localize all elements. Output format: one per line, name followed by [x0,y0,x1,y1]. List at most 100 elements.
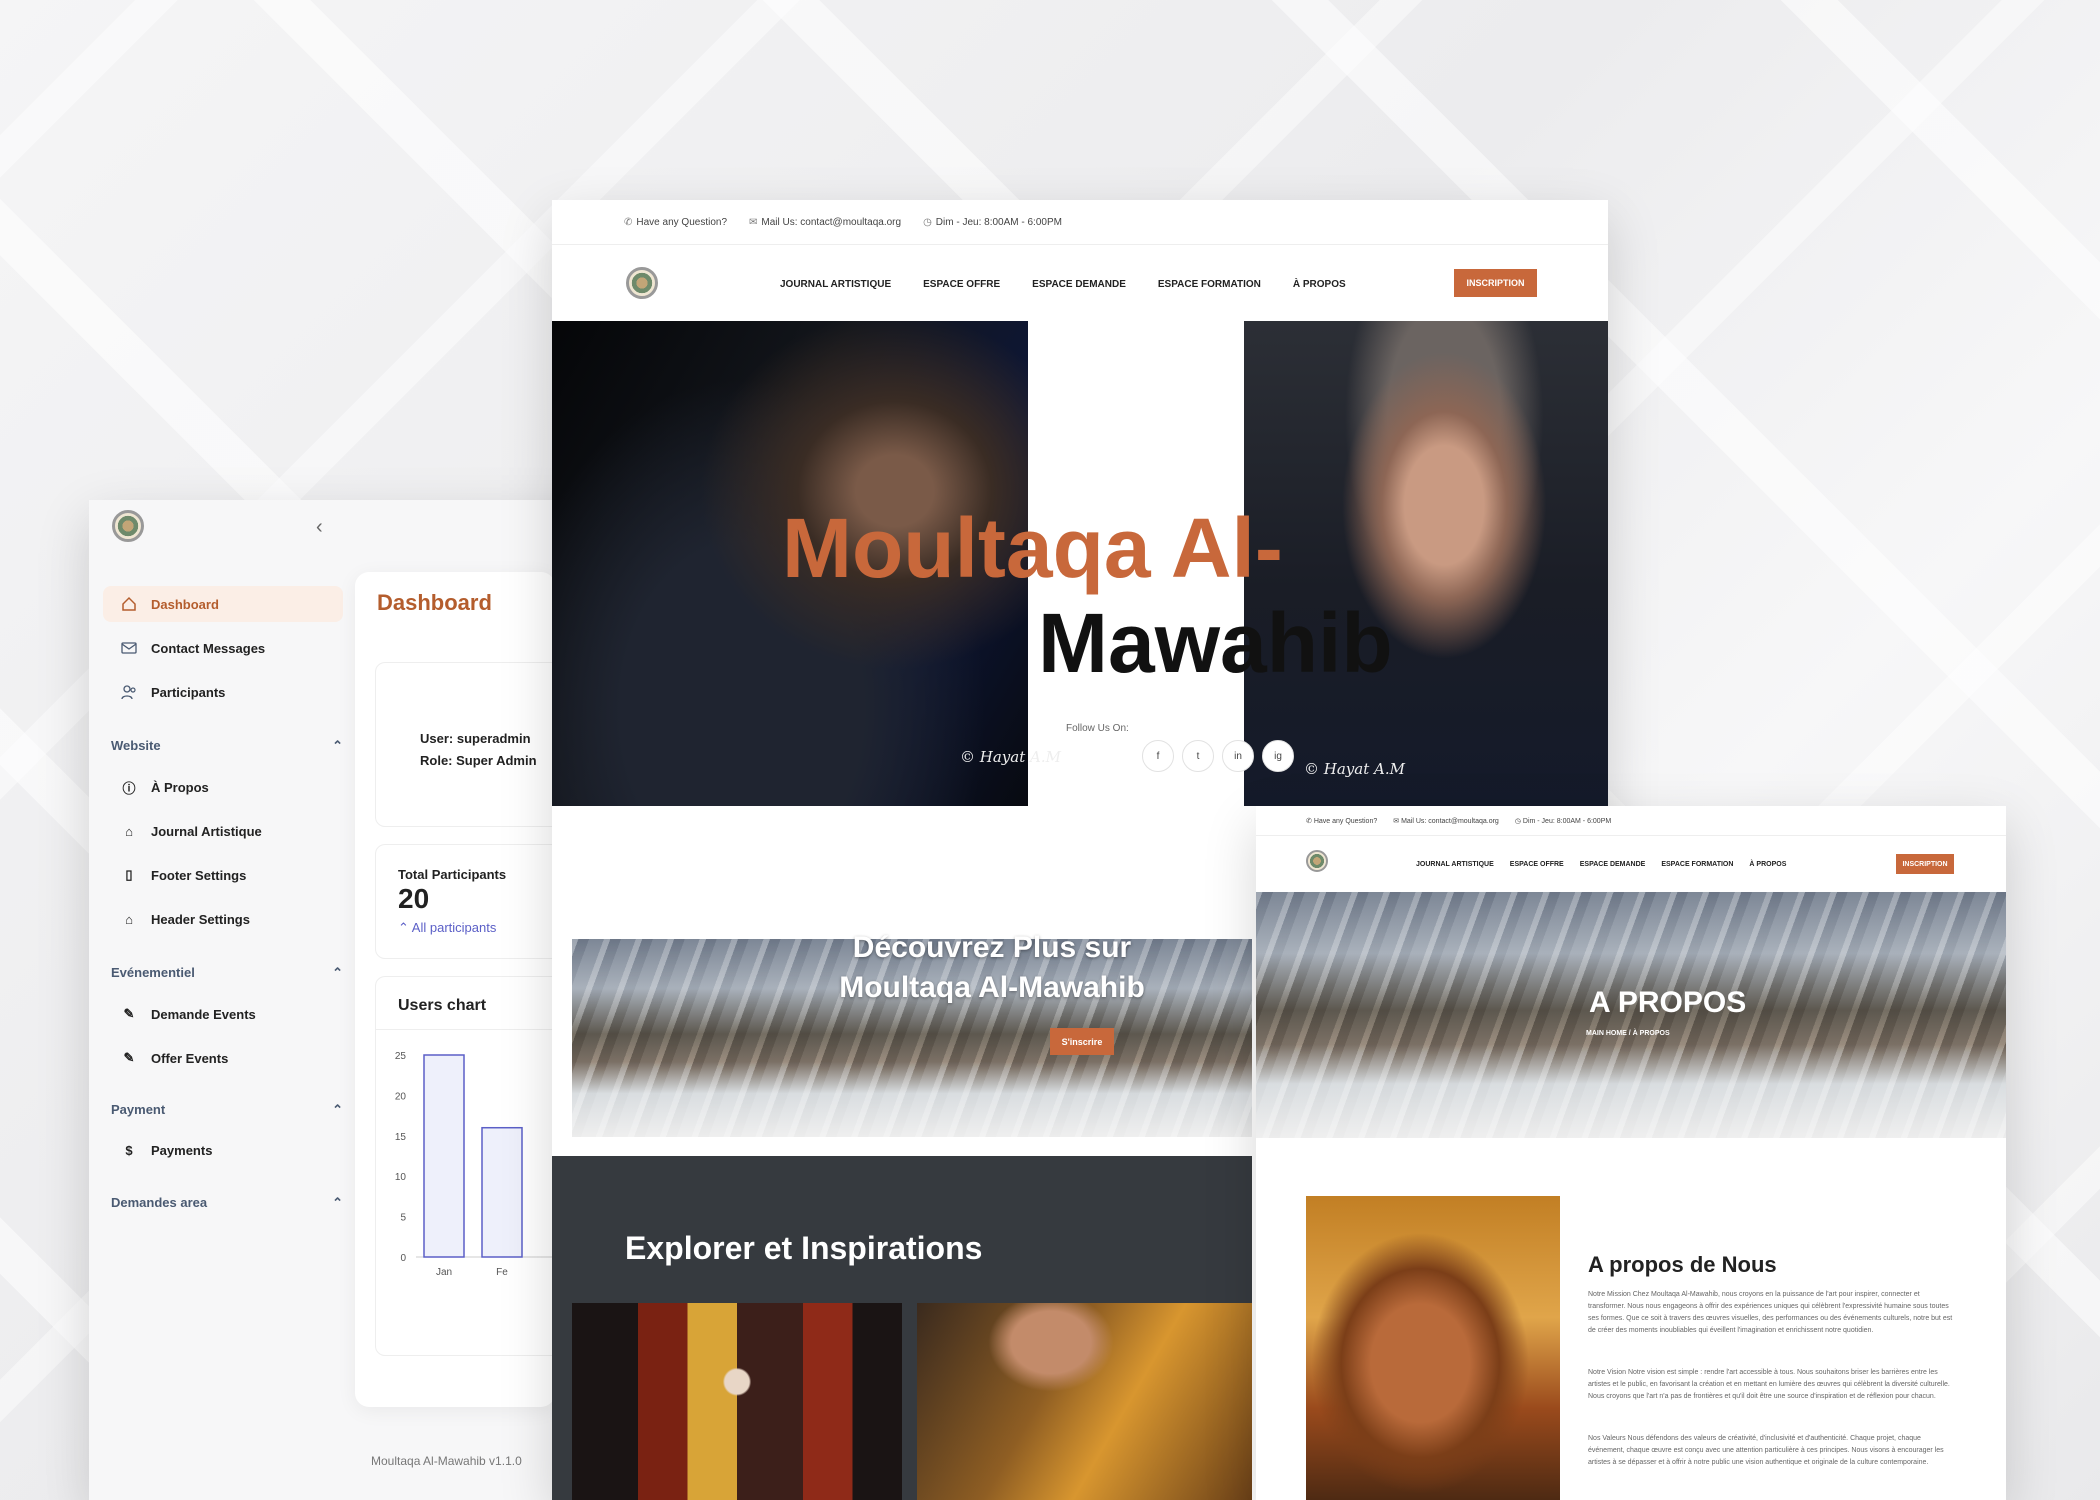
chevron-up-icon: ⌃ [398,920,412,935]
nav-espace-demande[interactable]: ESPACE DEMANDE [1032,279,1126,290]
nav-journal-artistique[interactable]: JOURNAL ARTISTIQUE [1416,861,1494,868]
clock-icon: ◷ [923,216,932,228]
dashboard-panel: Dashboard User: superadmin Role: Super A… [355,572,555,1407]
site2-logo[interactable] [1306,850,1328,872]
section-payment[interactable]: Payment ⌃ [111,1102,343,1118]
chevron-up-icon: ⌃ [332,1195,343,1210]
users-icon [119,682,139,702]
about-page-title: A PROPOS [1589,986,1747,1019]
dollar-icon: $ [125,1142,133,1158]
facebook-icon[interactable]: f [1142,740,1174,772]
sidebar-item-contact-messages[interactable]: Contact Messages [103,630,343,666]
phone-icon: ✆ [624,216,633,228]
nav-espace-offre[interactable]: ESPACE OFFRE [1510,861,1564,868]
site-topbar: ✆ Have any Question? ✉ Mail Us: contact@mo… [552,200,1608,245]
follow-label: Follow Us On: [1066,723,1129,734]
hero-photo-portrait [1244,321,1608,806]
stat-value: 20 [398,883,430,914]
site-navbar: JOURNAL ARTISTIQUE ESPACE OFFRE ESPACE D… [552,245,1608,321]
chevron-up-icon: ⌃ [332,965,343,980]
all-participants-link[interactable]: ⌃ All participants [398,920,496,936]
banner-title: Découvrez Plus sur Moultaqa Al-Mawahib [839,931,1145,1004]
home-icon [119,594,139,614]
collapse-sidebar-icon[interactable]: ‹ [316,516,323,539]
section-evenementiel[interactable]: Evénementiel ⌃ [111,965,343,981]
linkedin-icon[interactable]: in [1222,740,1254,772]
pencil-icon: ✎ [123,1006,135,1021]
topbar-question[interactable]: ✆ Have any Question? [624,217,727,228]
chart-bar[interactable] [481,1126,523,1258]
sidebar-item-footer-settings[interactable]: ▯ Footer Settings [103,857,343,893]
gallery-photo-children[interactable] [572,1303,902,1500]
photo-signature: © Hayat A.M [960,748,1061,766]
y-tick-label: 5 [400,1213,406,1224]
nav-journal-artistique[interactable]: JOURNAL ARTISTIQUE [780,279,891,290]
nav-espace-formation[interactable]: ESPACE FORMATION [1158,279,1261,290]
hero-title-line1: Moultaqa Al- [782,501,1283,595]
about-photo-vase [1306,1196,1560,1500]
sidebar-item-participants[interactable]: Participants [103,674,343,710]
chart-title: Users chart [398,997,487,1014]
topbar-question[interactable]: ✆ Have any Question? [1306,817,1377,825]
site-logo[interactable] [626,267,658,299]
section-website[interactable]: Website ⌃ [111,738,343,754]
photo-signature: © Hayat A.M [1304,760,1405,778]
topbar-hours: ◷ Dim - Jeu: 8:00AM - 6:00PM [923,216,1062,228]
admin-window: ‹ Dashboard Contact Messages Participant… [89,500,609,1500]
info-icon: ⓘ [122,780,136,796]
site2-nav-links: JOURNAL ARTISTIQUE ESPACE OFFRE ESPACE D… [1416,861,1786,868]
user-role: Role: Super Admin [420,753,537,768]
users-bar-chart: 25 20 15 10 5 0 Jan Fe [395,1051,555,1278]
nav-espace-offre[interactable]: ESPACE OFFRE [923,279,1000,290]
user-info-card: User: superadmin Role: Super Admin [375,662,555,827]
sinscrire-button[interactable]: S'inscrire [1050,1028,1114,1055]
inscription-button[interactable]: INSCRIPTION [1454,269,1537,297]
site-nav-links: JOURNAL ARTISTIQUE ESPACE OFFRE ESPACE D… [780,279,1346,290]
y-tick-label: 25 [395,1051,407,1062]
y-tick-label: 15 [395,1132,407,1143]
total-participants-card: Total Participants 20 ⌃ All participants [375,844,555,959]
breadcrumb[interactable]: MAIN HOME / À PROPOS [1586,1030,1670,1037]
section-demandes-area[interactable]: Demandes area ⌃ [111,1195,343,1211]
x-tick-label: Jan [436,1267,452,1278]
y-tick-label: 10 [395,1172,407,1183]
sidebar-item-demande-events[interactable]: ✎ Demande Events [103,996,343,1032]
section-title: Explorer et Inspirations [625,1230,983,1266]
sidebar-item-offer-events[interactable]: ✎ Offer Events [103,1040,343,1076]
instagram-icon[interactable]: ig [1262,740,1294,772]
topbar-mail[interactable]: ✉ Mail Us: contact@moultaqa.org [1393,817,1499,825]
nav-espace-formation[interactable]: ESPACE FORMATION [1661,861,1733,868]
home-icon: ⌂ [125,911,133,927]
topbar-mail[interactable]: ✉ Mail Us: contact@moultaqa.org [749,217,901,228]
about-heading: A propos de Nous [1588,1252,1777,1277]
gallery-photo-guitar-woman[interactable] [917,1303,1252,1500]
sidebar-item-payments[interactable]: $ Payments [103,1132,343,1168]
chevron-up-icon: ⌃ [332,1102,343,1117]
chart-bar[interactable] [423,1054,465,1258]
about-paragraph-vision: Notre Vision Notre vision est simple : r… [1588,1369,1950,1400]
divider [376,1029,555,1030]
nav-a-propos[interactable]: À PROPOS [1749,861,1786,868]
mail-icon [119,638,139,658]
x-tick-label: Fe [496,1267,508,1278]
sidebar-item-header-settings[interactable]: ⌂ Header Settings [103,901,343,937]
app-version: Moultaqa Al-Mawahib v1.1.0 [371,1454,522,1468]
page-title: Dashboard [377,590,492,615]
about-paragraph-values: Nos Valeurs Nous défendons des valeurs d… [1588,1435,1944,1466]
inscription-button[interactable]: INSCRIPTION [1896,854,1954,874]
admin-logo[interactable] [112,510,144,542]
mail-icon: ✉ [1393,817,1402,825]
sidebar-item-a-propos[interactable]: ⓘ À Propos [103,769,343,805]
twitter-icon[interactable]: t [1182,740,1214,772]
nav-a-propos[interactable]: À PROPOS [1293,279,1346,290]
stat-label: Total Participants [398,867,507,882]
home-icon: ⌂ [125,823,133,839]
y-tick-label: 0 [400,1253,406,1264]
users-chart-card: Users chart 25 20 15 10 5 0 Jan Fe [375,976,555,1356]
sidebar-item-dashboard[interactable]: Dashboard [103,586,343,622]
clock-icon: ◷ [1514,817,1523,825]
pencil-icon: ✎ [123,1050,135,1065]
document-icon: ▯ [125,867,133,882]
sidebar-item-journal-artistique[interactable]: ⌂ Journal Artistique [103,813,343,849]
nav-espace-demande[interactable]: ESPACE DEMANDE [1580,861,1646,868]
